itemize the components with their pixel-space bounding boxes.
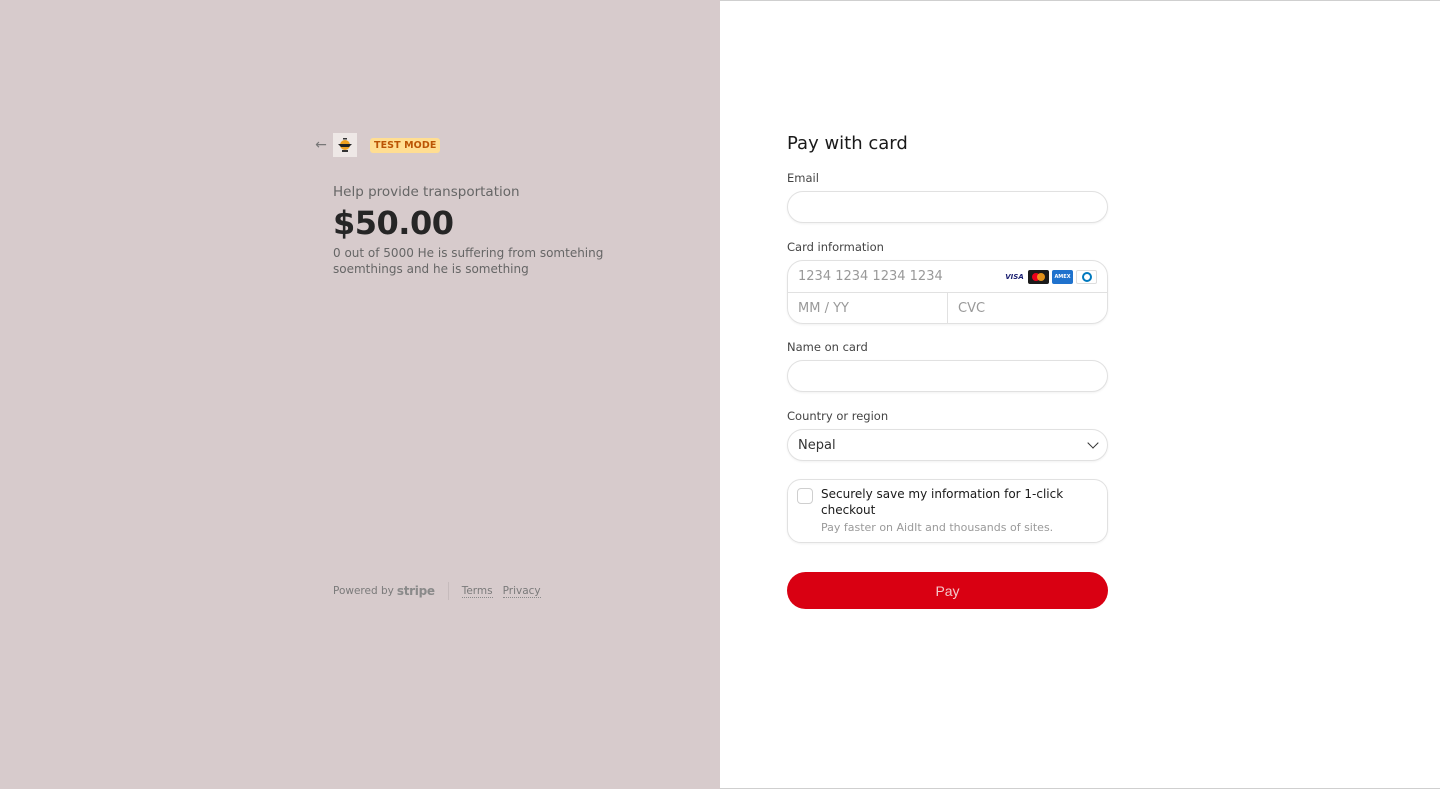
visa-icon: VISA <box>1004 269 1025 284</box>
logo-icon <box>338 138 352 152</box>
country-selected-value: Nepal <box>798 437 836 453</box>
privacy-link[interactable]: Privacy <box>502 585 541 598</box>
chevron-down-icon <box>1087 437 1099 449</box>
card-number-input[interactable]: 1234 1234 1234 1234 VISA AMEX <box>788 261 1107 292</box>
summary-header: ← TEST MODE <box>313 133 441 157</box>
test-mode-badge: TEST MODE <box>370 137 441 153</box>
diners-club-icon <box>1076 269 1097 284</box>
powered-by-text: Powered by <box>333 585 394 597</box>
amex-icon: AMEX <box>1052 269 1073 284</box>
save-info-checkbox[interactable] <box>797 488 813 504</box>
save-info-subtext: Pay faster on AidIt and thousands of sit… <box>821 521 1054 534</box>
expiry-input[interactable]: MM / YY <box>788 293 947 323</box>
expiry-placeholder: MM / YY <box>798 300 849 316</box>
name-on-card-field[interactable] <box>787 360 1108 392</box>
footer: Powered by stripe Terms Privacy <box>333 582 551 600</box>
email-field[interactable] <box>787 191 1108 223</box>
product-summary: Help provide transportation $50.00 0 out… <box>333 184 613 277</box>
product-description: 0 out of 5000 He is suffering from somte… <box>333 246 604 276</box>
card-number-placeholder: 1234 1234 1234 1234 <box>798 269 943 284</box>
cvc-input[interactable]: CVC <box>947 293 1107 323</box>
payment-form: Pay with card Email Card information 123… <box>787 133 1108 609</box>
order-summary-panel: ← TEST MODE Help provide transportation … <box>0 0 720 789</box>
mastercard-icon <box>1028 269 1049 284</box>
arrow-left-icon[interactable]: ← <box>313 137 329 153</box>
card-brands: VISA AMEX <box>1004 269 1097 284</box>
save-info-box: Securely save my information for 1-click… <box>787 479 1108 543</box>
name-on-card-label: Name on card <box>787 340 868 354</box>
country-label: Country or region <box>787 409 889 423</box>
footer-divider <box>447 582 449 600</box>
email-label: Email <box>787 171 819 185</box>
merchant-logo <box>333 133 357 157</box>
product-name: Help provide transportation <box>333 184 520 200</box>
card-information-label: Card information <box>787 240 884 254</box>
country-select[interactable]: Nepal <box>787 429 1108 461</box>
cvc-placeholder: CVC <box>958 300 986 316</box>
pay-button[interactable]: Pay <box>787 572 1108 609</box>
terms-link[interactable]: Terms <box>461 585 493 598</box>
stripe-logo[interactable]: stripe <box>397 584 435 598</box>
save-info-label: Securely save my information for 1-click… <box>821 487 1064 517</box>
card-information-group: 1234 1234 1234 1234 VISA AMEX MM / YY CV… <box>787 260 1108 324</box>
product-price: $50.00 <box>333 204 454 242</box>
form-title: Pay with card <box>787 133 908 154</box>
